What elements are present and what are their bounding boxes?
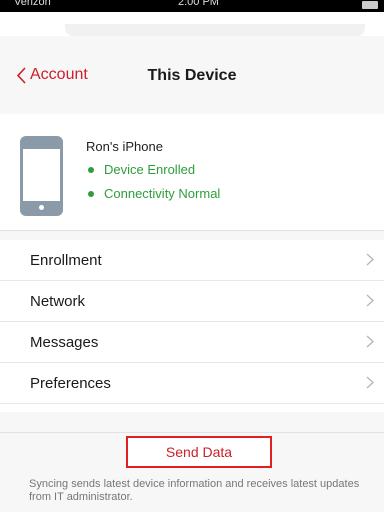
menu-item-preferences[interactable]: Preferences	[0, 363, 384, 404]
phone-icon	[20, 136, 63, 216]
chevron-right-icon	[366, 335, 374, 348]
sheet-grabber	[65, 24, 365, 36]
send-section: Send Data Syncing sends latest device in…	[0, 412, 384, 512]
status-time: 2:00 PM	[178, 0, 219, 8]
menu-item-network[interactable]: Network	[0, 281, 384, 322]
menu-item-label: Preferences	[30, 374, 111, 392]
menu-item-label: Messages	[30, 333, 99, 351]
menu-item-enrollment[interactable]: Enrollment	[0, 240, 384, 281]
carrier-label: Verizon	[14, 0, 51, 8]
menu-item-messages[interactable]: Messages	[0, 322, 384, 363]
menu-item-label: Enrollment	[30, 251, 102, 269]
menu-item-label: Network	[30, 292, 86, 310]
battery-icon	[362, 1, 378, 9]
chevron-right-icon	[366, 253, 374, 266]
device-summary: Ron's iPhone Device Enrolled Connectivit…	[0, 114, 384, 230]
navigation-bar: Account This Device	[0, 36, 384, 115]
page-title: This Device	[147, 67, 237, 84]
status-text: Device Enrolled	[104, 162, 196, 177]
send-data-button[interactable]: Send Data	[126, 436, 272, 468]
status-text: Connectivity Normal	[104, 186, 221, 201]
settings-list: Enrollment Network Messages Preferences	[0, 240, 384, 404]
status-dot-icon	[88, 190, 94, 197]
chevron-right-icon	[366, 294, 374, 307]
status-enrolled: Device Enrolled	[86, 162, 195, 177]
status-dot-icon	[88, 166, 94, 173]
divider	[0, 432, 384, 433]
status-connectivity: Connectivity Normal	[86, 186, 220, 201]
device-name: Ron's iPhone	[86, 139, 163, 154]
modal-sheet: Account This Device Ron's iPhone Device …	[0, 12, 384, 512]
status-bar: Verizon 2:00 PM	[0, 0, 384, 12]
chevron-right-icon	[366, 376, 374, 389]
send-description: Syncing sends latest device information …	[29, 478, 360, 503]
